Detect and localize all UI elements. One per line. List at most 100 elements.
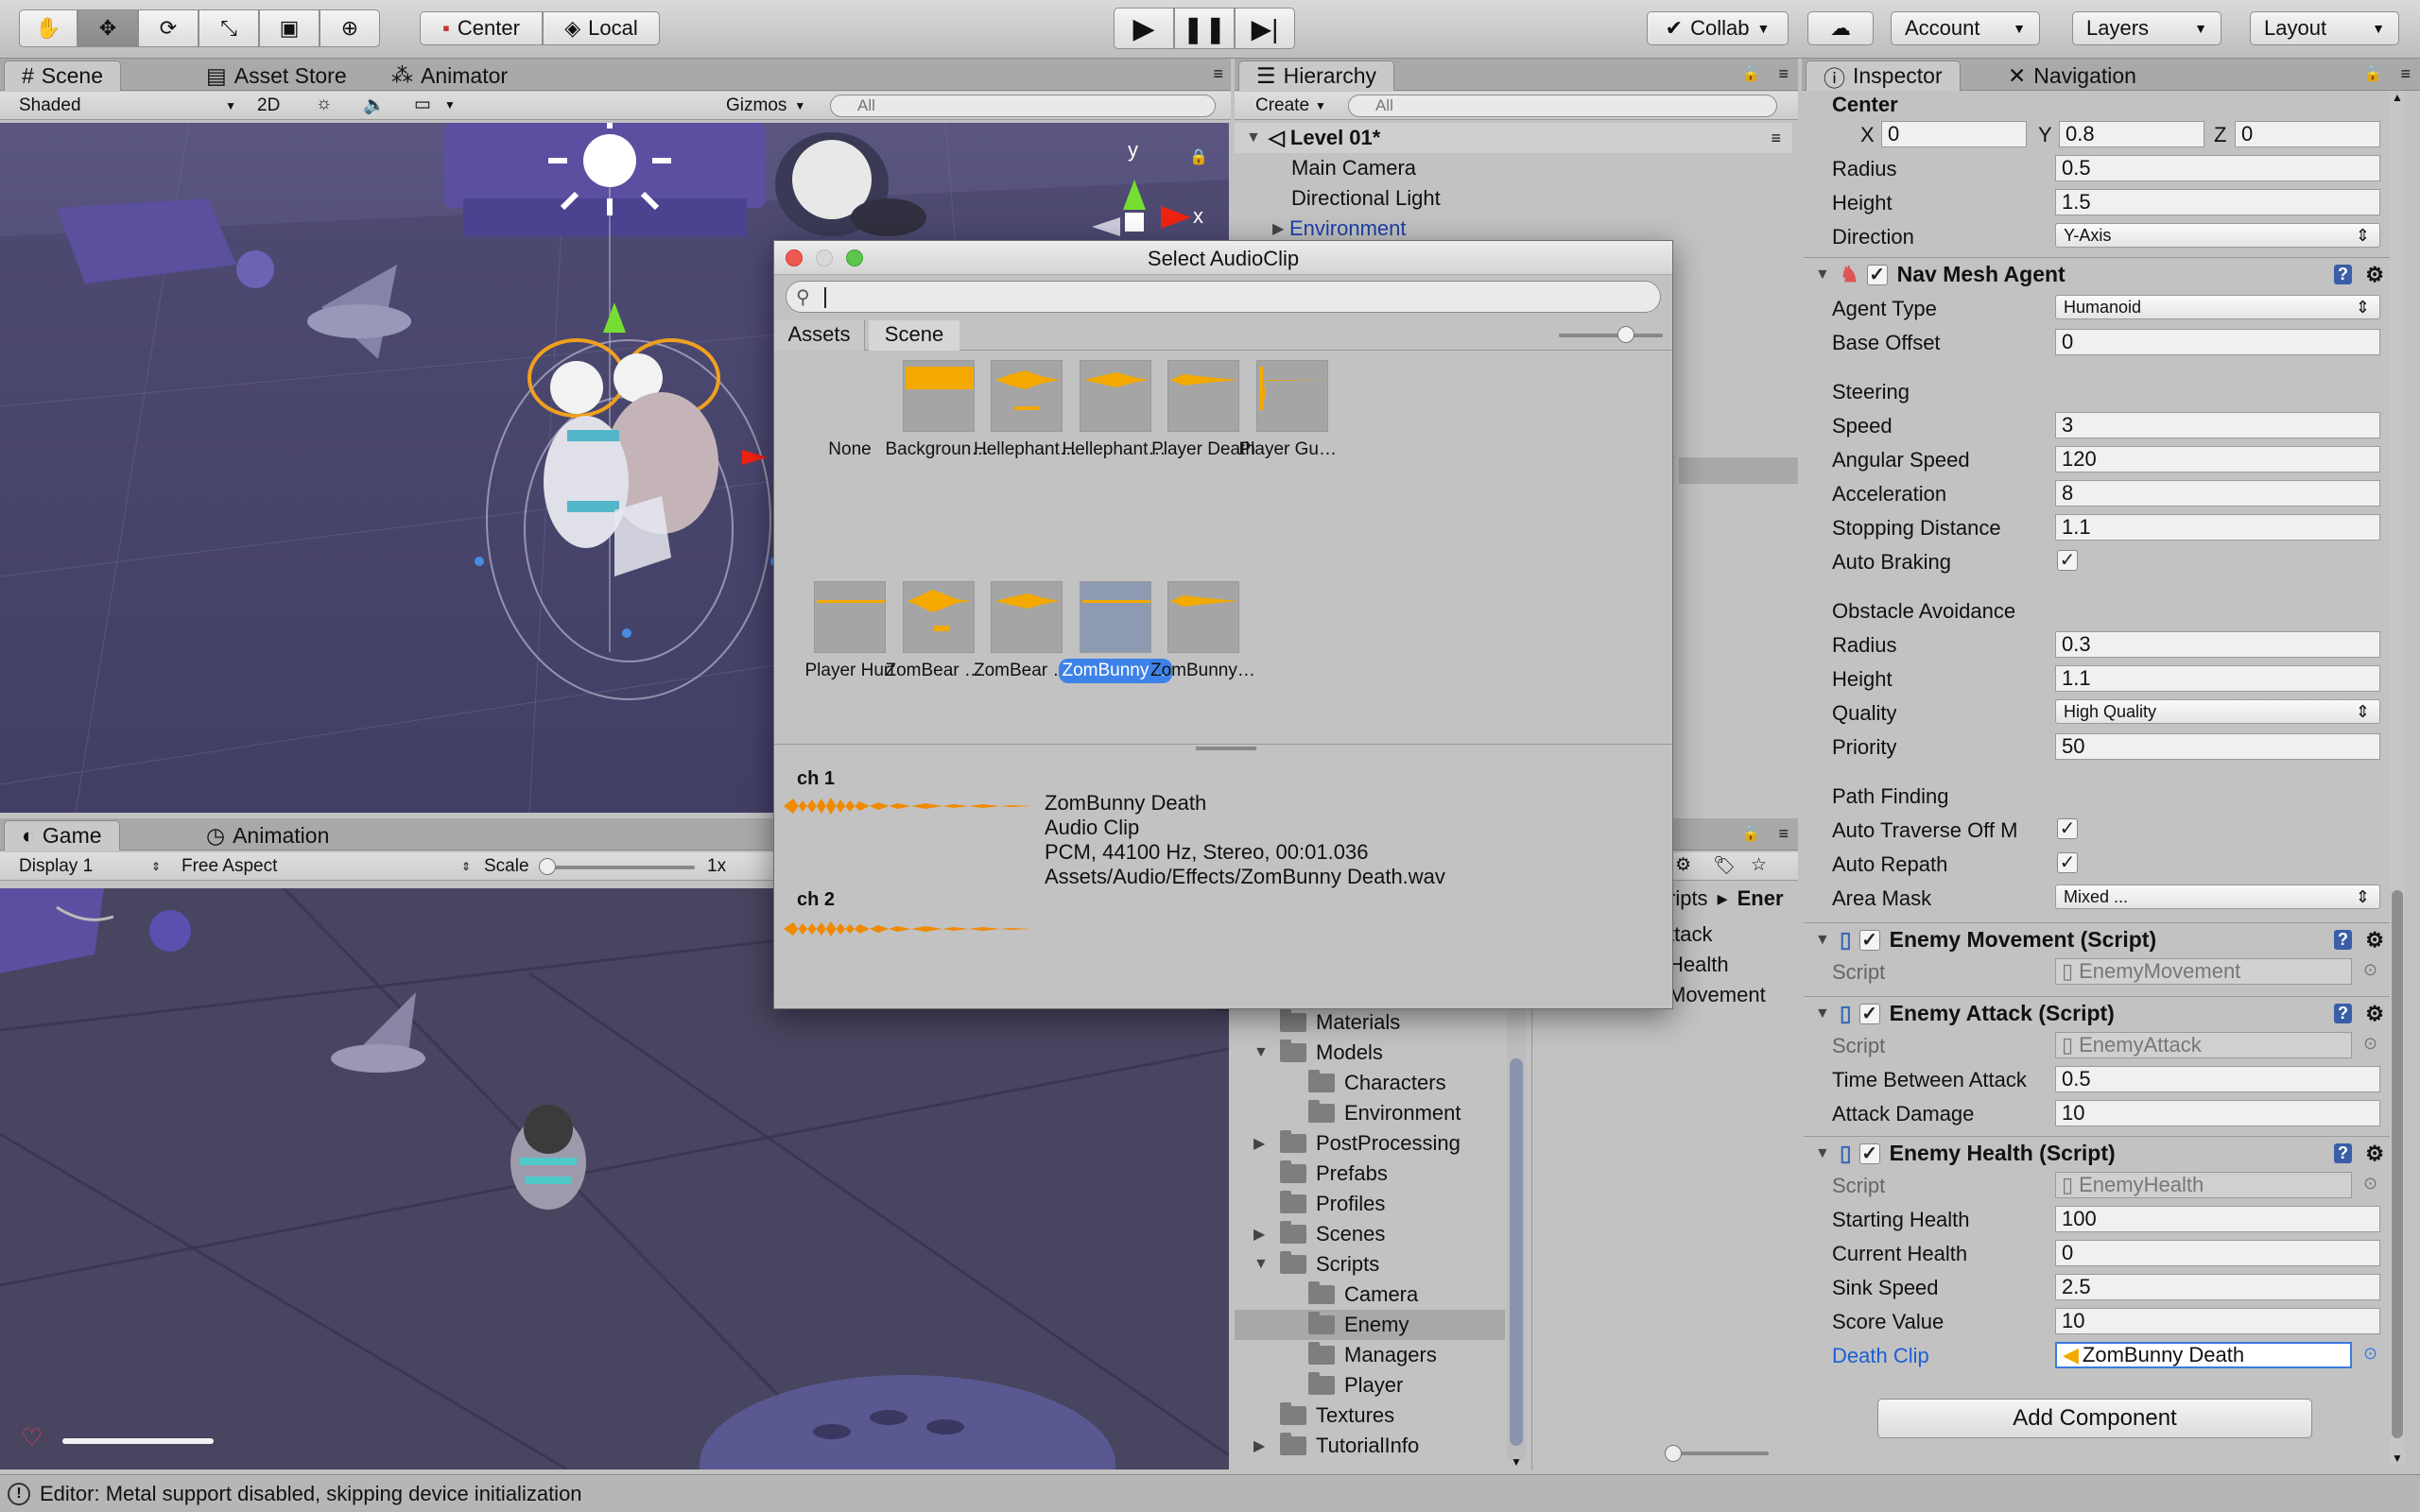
play-button[interactable]: ▶ xyxy=(1114,8,1174,49)
layers-dropdown[interactable]: Layers ▼ xyxy=(2072,11,2221,45)
folder-item[interactable]: Characters xyxy=(1235,1068,1505,1098)
object-picker-icon[interactable]: ⊙ xyxy=(2363,1034,2377,1054)
scale-slider-thumb[interactable] xyxy=(539,858,556,875)
expand-arrow-icon[interactable]: ▶ xyxy=(1253,1225,1270,1244)
transform-tool-button[interactable]: ⊕ xyxy=(320,9,380,47)
file-item[interactable]: ttack xyxy=(1668,922,1712,947)
file-item[interactable]: Health xyxy=(1668,953,1729,977)
base-offset-input[interactable]: 0 xyxy=(2055,329,2380,355)
enemy-health-header[interactable]: ▼ ▯ ✓ Enemy Health (Script) ? ⚙ xyxy=(1804,1136,2399,1170)
acceleration-input[interactable]: 8 xyxy=(2055,480,2380,507)
step-button[interactable]: ▶| xyxy=(1235,8,1295,49)
help-icon[interactable]: ? xyxy=(2334,1004,2352,1023)
move-tool-button[interactable]: ✥ xyxy=(78,9,138,47)
panel-menu-icon[interactable]: ≡ xyxy=(2400,64,2411,84)
add-component-button[interactable]: Add Component xyxy=(1877,1399,2312,1438)
folder-item[interactable]: Enemy xyxy=(1235,1310,1505,1340)
starting-health-input[interactable]: 100 xyxy=(2055,1206,2380,1232)
gear-icon[interactable]: ⚙ xyxy=(2365,263,2384,287)
lock-icon[interactable]: 🔒 xyxy=(2363,64,2382,83)
filter-label-icon[interactable]: 🏷 xyxy=(1713,854,1736,877)
object-picker-icon[interactable]: ⊙ xyxy=(2363,960,2377,980)
lock-icon[interactable]: 🔒 xyxy=(1741,824,1760,843)
center-x-input[interactable]: 0 xyxy=(1881,121,2027,147)
collapse-arrow-icon[interactable]: ▼ xyxy=(1815,932,1832,949)
scroll-down-icon[interactable]: ▼ xyxy=(2392,1452,2403,1465)
score-value-input[interactable]: 10 xyxy=(2055,1308,2380,1334)
layout-dropdown[interactable]: Layout ▼ xyxy=(2250,11,2399,45)
folder-item[interactable]: Textures xyxy=(1235,1400,1505,1431)
time-between-attack-input[interactable]: 0.5 xyxy=(2055,1066,2380,1092)
tab-game[interactable]: ◐ Game xyxy=(4,820,120,850)
tab-inspector[interactable]: ⓘ Inspector xyxy=(1806,60,1961,91)
icon-size-slider[interactable] xyxy=(1665,1445,1769,1462)
enemy-health-enabled-checkbox[interactable]: ✓ xyxy=(1858,1143,1880,1164)
auto-repath-checkbox[interactable]: ✓ xyxy=(2057,852,2078,873)
hierarchy-selected-row[interactable] xyxy=(1679,457,1798,484)
scene-menu-icon[interactable]: ≡ xyxy=(1771,129,1781,148)
object-picker-icon[interactable]: ⊙ xyxy=(2363,1174,2377,1194)
help-icon[interactable]: ? xyxy=(2334,265,2352,284)
quality-dropdown[interactable]: High Quality ⇕ xyxy=(2055,699,2380,724)
auto-traverse-checkbox[interactable]: ✓ xyxy=(2057,818,2078,839)
collapse-arrow-icon[interactable]: ▼ xyxy=(1253,1256,1270,1273)
audio-clip-tile[interactable]: ZomBunny H… xyxy=(1147,581,1260,751)
status-bar[interactable]: ! Editor: Metal support disabled, skippi… xyxy=(0,1474,2420,1512)
folder-item[interactable]: Player xyxy=(1235,1370,1505,1400)
clip-search-input[interactable]: ⚲ xyxy=(786,281,1661,313)
scene-search-input[interactable]: All xyxy=(830,94,1216,117)
collab-dropdown[interactable]: ✔ Collab ▼ xyxy=(1647,11,1789,45)
folder-item[interactable]: Prefabs xyxy=(1235,1159,1505,1189)
favorite-icon[interactable]: ☆ xyxy=(1751,854,1767,876)
scale-tool-button[interactable]: ⤡ xyxy=(199,9,259,47)
rotate-tool-button[interactable]: ⟳ xyxy=(138,9,199,47)
enemy-movement-header[interactable]: ▼ ▯ ✓ Enemy Movement (Script) ? ⚙ xyxy=(1804,922,2399,956)
enemy-attack-enabled-checkbox[interactable]: ✓ xyxy=(1858,1003,1880,1024)
filter-type-icon[interactable]: ⚙ xyxy=(1675,854,1691,876)
collapse-arrow-icon[interactable]: ▼ xyxy=(1253,1044,1270,1061)
panel-menu-icon[interactable]: ≡ xyxy=(1778,824,1789,844)
folder-item[interactable]: ▼ Models xyxy=(1235,1038,1505,1068)
folder-item[interactable]: ▶ Scenes xyxy=(1235,1219,1505,1249)
gear-icon[interactable]: ⚙ xyxy=(2365,928,2384,953)
auto-braking-checkbox[interactable]: ✓ xyxy=(2057,550,2078,571)
angular-speed-input[interactable]: 120 xyxy=(2055,446,2380,472)
pivot-center-button[interactable]: ▪ Center xyxy=(420,11,543,45)
priority-input[interactable]: 50 xyxy=(2055,733,2380,760)
lock-icon[interactable]: 🔒 xyxy=(1189,147,1208,166)
current-health-input[interactable]: 0 xyxy=(2055,1240,2380,1266)
expand-arrow-icon[interactable]: ▶ xyxy=(1272,219,1289,238)
breadcrumb-item[interactable]: Ener xyxy=(1737,886,1784,911)
tab-animator[interactable]: ⁂ Animator xyxy=(374,60,525,91)
gear-icon[interactable]: ⚙ xyxy=(2365,1142,2384,1166)
tab-scene[interactable]: Scene xyxy=(869,320,959,351)
panel-menu-icon[interactable]: ≡ xyxy=(1213,64,1223,84)
list-item[interactable]: Directional Light xyxy=(1235,183,1792,214)
expand-arrow-icon[interactable]: ▶ xyxy=(1253,1436,1270,1455)
display-dropdown[interactable]: Display 1 ⇕ xyxy=(19,856,161,877)
collapse-arrow-icon[interactable]: ▼ xyxy=(1815,1005,1832,1022)
lighting-toggle[interactable]: ☼ xyxy=(316,94,332,114)
enemy-attack-header[interactable]: ▼ ▯ ✓ Enemy Attack (Script) ? ⚙ xyxy=(1804,996,2399,1030)
aspect-dropdown[interactable]: Free Aspect ⇕ xyxy=(182,856,471,877)
pivot-local-button[interactable]: ◈ Local xyxy=(543,11,660,45)
scroll-up-icon[interactable]: ▲ xyxy=(2392,91,2403,104)
tab-navigation[interactable]: ✕ Navigation xyxy=(1991,60,2153,91)
expand-arrow-icon[interactable]: ▼ xyxy=(1246,129,1263,146)
direction-dropdown[interactable]: Y-Axis ⇕ xyxy=(2055,223,2380,248)
tab-asset-store[interactable]: ▤ Asset Store xyxy=(189,60,364,91)
hierarchy-search-input[interactable]: All xyxy=(1348,94,1777,117)
icon-size-slider-thumb[interactable] xyxy=(1665,1445,1682,1462)
dialog-titlebar[interactable]: Select AudioClip xyxy=(774,241,1672,275)
attack-damage-input[interactable]: 10 xyxy=(2055,1100,2380,1126)
height-input[interactable]: 1.5 xyxy=(2055,189,2380,215)
tab-scene[interactable]: # Scene xyxy=(4,60,122,91)
file-item[interactable]: Movement xyxy=(1668,983,1766,1007)
folder-item[interactable]: ▶ TutorialInfo xyxy=(1235,1431,1505,1461)
sink-speed-input[interactable]: 2.5 xyxy=(2055,1274,2380,1300)
area-mask-dropdown[interactable]: Mixed ... ⇕ xyxy=(2055,885,2380,909)
thumbnail-size-slider[interactable] xyxy=(1559,326,1663,343)
shading-mode-dropdown[interactable]: Shaded ▼ xyxy=(19,95,236,116)
obstacle-radius-input[interactable]: 0.3 xyxy=(2055,631,2380,658)
tree-scrollbar-thumb[interactable] xyxy=(1510,1058,1523,1446)
